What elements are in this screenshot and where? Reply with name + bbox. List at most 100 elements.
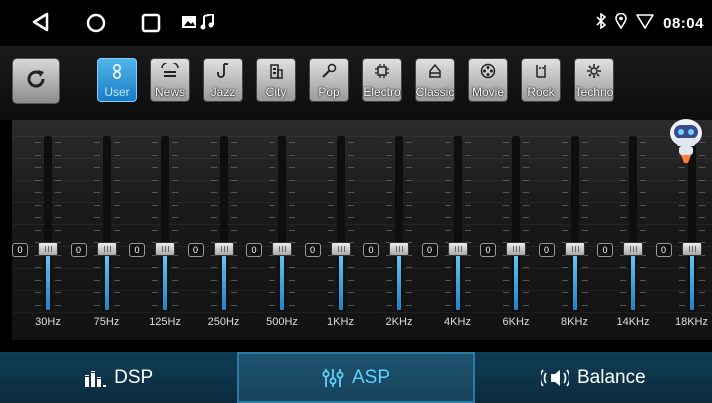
preset-movie[interactable]: Movie — [468, 58, 508, 102]
reset-button[interactable] — [12, 58, 60, 104]
eq-value-label: 0 — [538, 242, 555, 257]
preset-label: Techno — [574, 85, 614, 99]
eq-tick-mark — [35, 179, 41, 181]
eq-tick-mark — [327, 229, 334, 231]
home-circle-icon[interactable] — [86, 13, 106, 38]
eq-tick-mark — [230, 292, 237, 293]
eq-slider-track[interactable] — [44, 136, 52, 312]
back-triangle-icon[interactable] — [31, 12, 49, 37]
eq-tick-mark — [386, 229, 392, 231]
eq-slider-knob[interactable] — [389, 241, 409, 256]
bluetooth-icon — [596, 12, 607, 33]
eq-tick-mark — [640, 217, 646, 218]
eq-tick-mark — [640, 204, 646, 206]
eq-slider-knob[interactable] — [623, 241, 643, 256]
preset-user[interactable]: User — [97, 58, 137, 102]
preset-pop[interactable]: Pop — [309, 58, 349, 102]
eq-tick-mark — [172, 292, 178, 293]
eq-tick-mark — [210, 229, 217, 231]
eq-tick-mark — [347, 179, 354, 181]
eq-tick-mark — [698, 192, 705, 193]
robot-assistant-icon[interactable] — [666, 116, 706, 168]
eq-tick-mark — [172, 167, 178, 168]
eq-slider-track[interactable] — [278, 136, 286, 312]
preset-news[interactable]: News — [150, 58, 190, 102]
eq-tick-mark — [386, 154, 392, 156]
eq-slider-track[interactable] — [570, 136, 579, 312]
eq-tick-mark — [503, 292, 509, 293]
eq-tick-mark — [347, 217, 354, 218]
eq-tick-mark — [523, 292, 529, 293]
rock-hand-icon — [532, 63, 550, 79]
preset-techno[interactable]: Techno — [574, 58, 614, 102]
preset-bar: User News Jazz City Pop Electro Classic … — [0, 46, 712, 120]
eq-tick-mark — [464, 204, 471, 206]
eq-slider-knob[interactable] — [681, 241, 702, 256]
eq-slider-track[interactable] — [336, 136, 345, 312]
eq-tick-mark — [55, 229, 61, 231]
sliders-icon — [322, 368, 344, 388]
eq-tick-mark — [678, 279, 685, 281]
preset-electro[interactable]: Electro — [362, 58, 402, 102]
preset-city[interactable]: City — [256, 58, 296, 102]
eq-tick-mark — [172, 179, 178, 181]
eq-slider-knob[interactable] — [213, 241, 234, 256]
eq-slider-knob[interactable] — [155, 241, 175, 256]
eq-tick-mark — [172, 217, 178, 218]
eq-tick-mark — [620, 229, 626, 231]
eq-tick-mark — [35, 267, 41, 268]
eq-slider-knob[interactable] — [96, 241, 117, 256]
eq-slider-knob[interactable] — [447, 241, 468, 256]
eq-tick-mark — [444, 167, 451, 168]
eq-tick-mark — [230, 204, 237, 206]
eq-tick-mark — [55, 142, 61, 143]
eq-tick-mark — [289, 142, 295, 143]
eq-tick-mark — [464, 167, 471, 168]
tab-balance[interactable]: Balance — [475, 352, 712, 403]
eq-tick-mark — [35, 279, 41, 281]
eq-tick-mark — [444, 267, 451, 268]
image-icon — [182, 15, 196, 34]
eq-tick-mark — [678, 229, 685, 231]
tab-dsp[interactable]: DSP — [0, 352, 237, 403]
eq-slider-knob[interactable] — [564, 241, 585, 256]
eq-frequency-label: 18KHz — [674, 316, 709, 328]
eq-slider-knob[interactable] — [272, 241, 292, 256]
eq-tick-mark — [386, 217, 392, 218]
eq-tick-mark — [523, 204, 529, 206]
preset-label: Jazz — [210, 85, 236, 99]
eq-slider-track[interactable] — [629, 136, 637, 312]
eq-tick-mark — [561, 142, 568, 143]
eq-tick-mark — [406, 192, 412, 193]
eq-slider-knob[interactable] — [38, 241, 58, 256]
eq-tick-mark — [406, 204, 412, 206]
eq-slider-track[interactable] — [512, 136, 520, 312]
preset-rock[interactable]: Rock — [521, 58, 561, 102]
preset-label: Electro — [363, 85, 401, 99]
eq-slider-track[interactable] — [161, 136, 169, 312]
preset-jazz[interactable]: Jazz — [203, 58, 243, 102]
eq-tick-mark — [113, 279, 120, 281]
eq-tick-mark — [230, 229, 237, 231]
eq-tick-mark — [523, 179, 529, 181]
eq-tick-mark — [152, 142, 158, 143]
recents-square-icon[interactable] — [141, 13, 161, 38]
eq-tick-mark — [35, 167, 41, 168]
eq-tick-mark — [523, 229, 529, 231]
eq-tick-mark — [503, 267, 509, 268]
eq-tick-mark — [152, 267, 158, 268]
refresh-icon — [25, 68, 47, 95]
eq-slider-track[interactable] — [395, 136, 403, 312]
bottom-nav: DSP ASP Balance — [0, 352, 712, 403]
eq-tick-mark — [210, 304, 217, 306]
preset-classic[interactable]: Classic — [415, 58, 455, 102]
tab-asp[interactable]: ASP — [237, 352, 475, 403]
eq-tick-mark — [269, 304, 275, 306]
eq-slider-knob[interactable] — [330, 241, 351, 256]
eq-slider-track[interactable] — [219, 136, 228, 312]
eq-slider-track[interactable] — [453, 136, 462, 312]
eq-tick-mark — [55, 267, 61, 268]
eq-slider-track[interactable] — [102, 136, 111, 312]
eq-slider-knob[interactable] — [506, 241, 526, 256]
eq-tick-mark — [523, 192, 529, 193]
